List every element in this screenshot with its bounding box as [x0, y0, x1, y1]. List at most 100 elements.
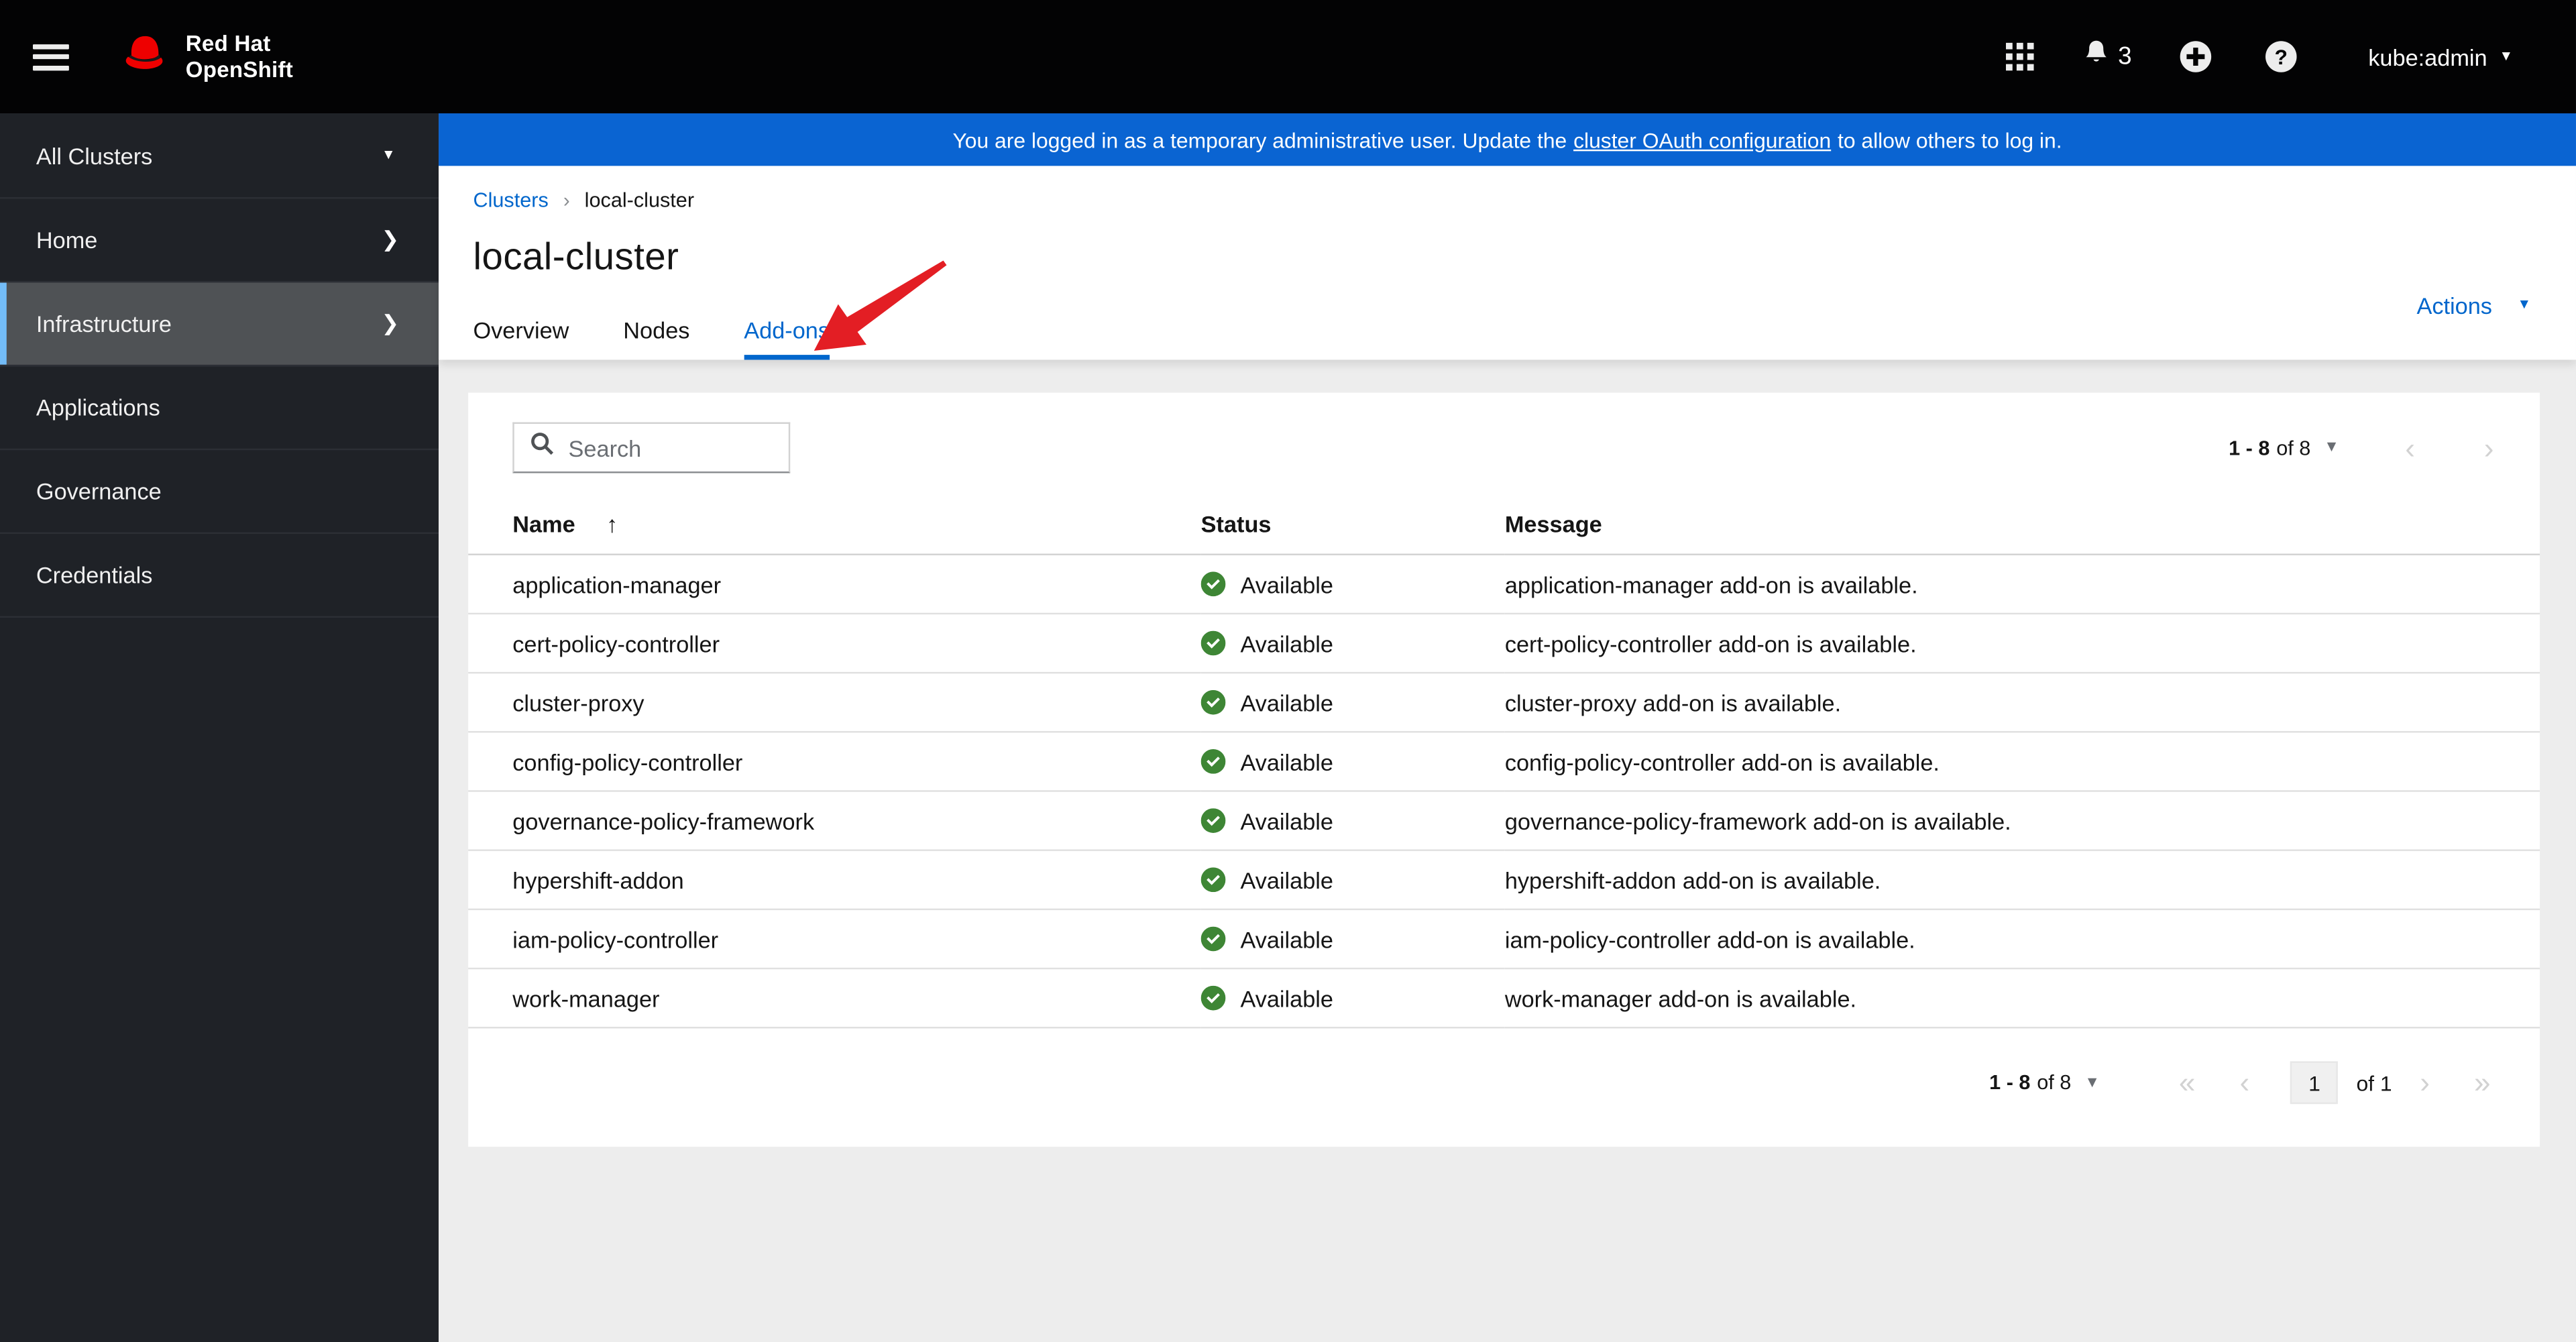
- tab-nodes[interactable]: Nodes: [623, 307, 689, 359]
- addon-message-cell: iam-policy-controller add-on is availabl…: [1504, 909, 2540, 970]
- notification-count: 3: [2118, 42, 2132, 71]
- masthead-toolbar: 3 ? kube:admin ▾: [1998, 36, 2510, 78]
- addon-message-cell: application-manager add-on is available.: [1504, 554, 2540, 615]
- sidebar-item-credentials[interactable]: Credentials: [0, 534, 439, 618]
- sidebar-item-applications[interactable]: Applications: [0, 366, 439, 451]
- addon-name-cell: cert-policy-controller: [468, 613, 1201, 674]
- breadcrumb-clusters-link[interactable]: Clusters: [473, 189, 548, 212]
- addons-card: 1 - 8 of 8 ▾ ‹ ›: [468, 392, 2540, 1147]
- notifications-button[interactable]: 3: [2084, 39, 2132, 75]
- addon-message-cell: governance-policy-framework add-on is av…: [1504, 791, 2540, 851]
- check-circle-icon: [1200, 749, 1226, 774]
- page-title: local-cluster: [473, 235, 679, 278]
- addon-name-cell: work-manager: [468, 968, 1201, 1029]
- check-circle-icon: [1200, 926, 1226, 952]
- sort-ascending-icon: ↑: [606, 510, 618, 538]
- breadcrumb-current: local-cluster: [584, 188, 695, 212]
- addon-name-cell: governance-policy-framework: [468, 791, 1201, 851]
- next-page-button[interactable]: ›: [2420, 1068, 2430, 1097]
- check-circle-icon: [1200, 571, 1226, 597]
- app-launcher-grid-icon[interactable]: [1998, 36, 2041, 78]
- pagination-menu-toggle[interactable]: 1 - 8 of 8 ▾: [2229, 436, 2336, 459]
- table-row: governance-policy-framework Available go…: [468, 791, 2540, 851]
- last-page-button[interactable]: »: [2474, 1068, 2491, 1097]
- pagination-menu-toggle-bottom[interactable]: 1 - 8 of 8 ▾: [1989, 1071, 2096, 1094]
- next-page-button[interactable]: ›: [2484, 433, 2494, 462]
- table-row: application-manager Available applicatio…: [468, 554, 2540, 615]
- temporary-admin-banner: You are logged in as a temporary adminis…: [439, 113, 2576, 166]
- status-badge: Available: [1200, 630, 1505, 657]
- status-badge: Available: [1200, 926, 1505, 952]
- pagination-bottom: 1 - 8 of 8 ▾ « ‹ of 1 › »: [468, 1028, 2540, 1146]
- table-row: hypershift-addon Available hypershift-ad…: [468, 850, 2540, 911]
- search-icon: [530, 432, 554, 463]
- status-badge: Available: [1200, 985, 1505, 1011]
- tab-add-ons[interactable]: Add-ons: [744, 307, 830, 360]
- cluster-selector-all-clusters[interactable]: All Clusters ▾: [0, 113, 439, 199]
- check-circle-icon: [1200, 985, 1226, 1011]
- column-header-status: Status: [1200, 501, 1505, 555]
- addon-message-cell: cert-policy-controller add-on is availab…: [1504, 613, 2540, 674]
- caret-down-icon: ▾: [2327, 437, 2337, 457]
- addon-message-cell: hypershift-addon add-on is available.: [1504, 850, 2540, 911]
- breadcrumb: Clusters › local-cluster: [473, 189, 2536, 212]
- chevron-right-icon: ❯: [381, 227, 400, 251]
- tab-overview[interactable]: Overview: [473, 307, 569, 359]
- total-pages-label: of 1: [2356, 1070, 2392, 1095]
- brand-text: Red Hat OpenShift: [185, 32, 294, 82]
- help-question-circle-icon[interactable]: ?: [2260, 36, 2303, 78]
- addon-message-cell: config-policy-controller add-on is avail…: [1504, 732, 2540, 792]
- sidebar-item-home[interactable]: Home ❯: [0, 199, 439, 283]
- status-badge: Available: [1200, 748, 1505, 775]
- column-header-name-sort[interactable]: Name ↑: [468, 501, 1201, 555]
- pagination-top: 1 - 8 of 8 ▾ ‹ ›: [2229, 433, 2494, 462]
- status-badge: Available: [1200, 571, 1505, 597]
- column-header-message: Message: [1504, 501, 2540, 555]
- status-badge: Available: [1200, 866, 1505, 893]
- cluster-oauth-configuration-link[interactable]: cluster OAuth configuration: [1573, 127, 1831, 152]
- addon-name-cell: config-policy-controller: [468, 732, 1201, 792]
- bell-icon: [2084, 39, 2110, 75]
- svg-text:?: ?: [2275, 45, 2288, 69]
- addon-message-cell: cluster-proxy add-on is available.: [1504, 673, 2540, 733]
- search-box: [512, 422, 791, 473]
- addon-message-cell: work-manager add-on is available.: [1504, 968, 2540, 1029]
- prev-page-button[interactable]: ‹: [2405, 433, 2415, 462]
- user-menu-toggle[interactable]: kube:admin ▾: [2368, 44, 2510, 70]
- masthead: Red Hat OpenShift 3 ? kube:admin ▾: [0, 0, 2576, 114]
- redhat-fedora-icon: [118, 33, 170, 80]
- table-row: iam-policy-controller Available iam-poli…: [468, 909, 2540, 970]
- status-badge: Available: [1200, 689, 1505, 716]
- check-circle-icon: [1200, 808, 1226, 833]
- status-badge: Available: [1200, 807, 1505, 834]
- sidebar-item-infrastructure[interactable]: Infrastructure ❯: [0, 282, 439, 367]
- table-row: cluster-proxy Available cluster-proxy ad…: [468, 673, 2540, 733]
- username: kube:admin: [2368, 43, 2487, 70]
- breadcrumb-separator-icon: ›: [563, 188, 570, 212]
- check-circle-icon: [1200, 689, 1226, 715]
- content-area: 1 - 8 of 8 ▾ ‹ ›: [439, 359, 2576, 1342]
- addons-table: Name ↑ Status Message application-manage…: [468, 501, 2540, 1029]
- table-row: config-policy-controller Available confi…: [468, 732, 2540, 792]
- first-page-button[interactable]: «: [2179, 1068, 2196, 1097]
- table-row: cert-policy-controller Available cert-po…: [468, 613, 2540, 674]
- current-page-input[interactable]: [2290, 1061, 2339, 1105]
- search-input[interactable]: [568, 434, 776, 461]
- caret-down-icon: ▾: [2087, 1072, 2097, 1092]
- create-plus-circle-icon[interactable]: [2174, 36, 2217, 78]
- check-circle-icon: [1200, 630, 1226, 656]
- addon-name-cell: iam-policy-controller: [468, 909, 1201, 970]
- redhat-openshift-logo[interactable]: Red Hat OpenShift: [118, 32, 293, 81]
- app-viewport: Red Hat OpenShift 3 ? kube:admin ▾ All C…: [0, 0, 2576, 1342]
- nav-toggle-hamburger-icon[interactable]: [32, 43, 69, 70]
- cluster-tabs: Overview Nodes Add-ons: [473, 307, 2536, 360]
- table-row: work-manager Available work-manager add-…: [468, 968, 2540, 1029]
- check-circle-icon: [1200, 867, 1226, 893]
- prev-page-button[interactable]: ‹: [2240, 1068, 2250, 1097]
- caret-down-icon: ▾: [384, 145, 393, 164]
- caret-down-icon: ▾: [2520, 295, 2528, 314]
- page-header: Clusters › local-cluster local-cluster O…: [439, 166, 2576, 360]
- actions-dropdown-toggle[interactable]: Actions ▾: [2416, 292, 2528, 319]
- chevron-right-icon: ❯: [381, 310, 400, 335]
- sidebar-item-governance[interactable]: Governance: [0, 450, 439, 535]
